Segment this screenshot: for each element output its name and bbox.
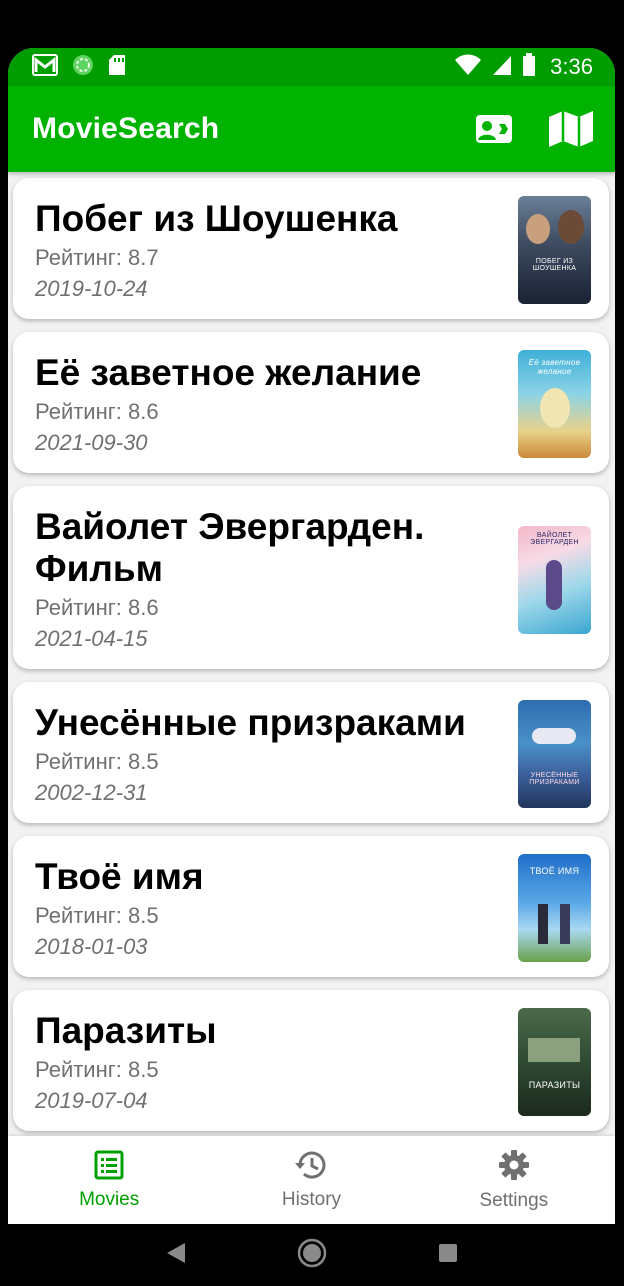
status-bar: 3:36 [8, 48, 615, 86]
contact-card-icon[interactable] [475, 114, 513, 144]
nav-tab-movies[interactable]: Movies [8, 1136, 210, 1224]
movie-card[interactable]: Паразиты Рейтинг: 8.5 2019-07-04 ПАРАЗИТ… [13, 990, 609, 1131]
list-icon [94, 1150, 124, 1185]
movie-rating: Рейтинг: 8.6 [35, 399, 159, 424]
movie-rating: Рейтинг: 8.7 [35, 245, 159, 270]
movie-list[interactable]: Побег из Шоушенка Рейтинг: 8.7 2019-10-2… [8, 172, 615, 1136]
poster-caption: Её заветное желание [528, 358, 581, 376]
phone-screen: 3:36 MovieSearch Побег из Шоушенка Рейти… [8, 48, 615, 1224]
nav-label: Settings [479, 1189, 549, 1211]
signal-icon [492, 54, 512, 81]
movie-date: 2002-12-31 [35, 780, 148, 805]
movie-date: 2019-10-24 [35, 276, 148, 301]
recents-icon[interactable] [437, 1242, 459, 1269]
map-icon[interactable] [547, 109, 595, 149]
movie-poster: ПАРАЗИТЫ [518, 1008, 591, 1116]
movie-card[interactable]: Унесённые призраками Рейтинг: 8.5 2002-1… [13, 682, 609, 823]
sd-card-icon [108, 54, 126, 81]
app-title: MovieSearch [32, 112, 220, 145]
history-icon [294, 1150, 328, 1185]
movie-rating: Рейтинг: 8.5 [35, 1057, 159, 1082]
movie-card[interactable]: Твоё имя Рейтинг: 8.5 2018-01-03 ТВОЁ ИМ… [13, 836, 609, 977]
movie-title: Вайолет Эвергарден. Фильм [35, 506, 425, 589]
movie-card[interactable]: Побег из Шоушенка Рейтинг: 8.7 2019-10-2… [13, 178, 609, 319]
poster-caption: УНЕСЁННЫЕ ПРИЗРАКАМИ [529, 772, 580, 786]
nav-label: History [281, 1188, 342, 1210]
movie-rating: Рейтинг: 8.5 [35, 749, 159, 774]
movie-poster: УНЕСЁННЫЕ ПРИЗРАКАМИ [518, 700, 591, 808]
movie-poster: ТВОЁ ИМЯ [518, 854, 591, 962]
gear-icon [498, 1149, 530, 1186]
status-time: 3:36 [550, 54, 593, 79]
nav-tab-settings[interactable]: Settings [413, 1136, 615, 1224]
movie-date: 2021-04-15 [35, 626, 148, 651]
movie-date: 2021-09-30 [35, 430, 148, 455]
movie-poster: Её заветное желание [518, 350, 591, 458]
app-bar: MovieSearch [8, 86, 615, 172]
nav-tab-history[interactable]: History [210, 1136, 412, 1224]
wifi-icon [454, 53, 482, 81]
poster-caption: ПАРАЗИТЫ [528, 1080, 581, 1090]
movie-title: Твоё имя [35, 856, 204, 897]
movie-rating: Рейтинг: 8.6 [35, 595, 159, 620]
poster-caption: ТВОЁ ИМЯ [529, 866, 580, 876]
home-icon[interactable] [297, 1238, 327, 1273]
movie-title: Паразиты [35, 1010, 217, 1051]
back-icon[interactable] [165, 1241, 187, 1270]
movie-poster: ПОБЕГ ИЗ ШОУШЕНКА [518, 196, 591, 304]
poster-caption: ВАЙОЛЕТ ЭВЕРГАРДЕН [530, 532, 579, 546]
sync-icon [72, 54, 94, 81]
movie-card[interactable]: Вайолет Эвергарден. Фильм Рейтинг: 8.6 2… [13, 486, 609, 669]
movie-card[interactable]: Её заветное желание Рейтинг: 8.6 2021-09… [13, 332, 609, 473]
movie-title: Её заветное желание [35, 352, 422, 393]
movie-date: 2019-07-04 [35, 1088, 148, 1113]
gmail-icon [32, 53, 58, 81]
battery-icon [522, 52, 536, 82]
movie-title: Унесённые призраками [35, 702, 466, 743]
movie-poster: ВАЙОЛЕТ ЭВЕРГАРДЕН [518, 526, 591, 634]
movie-title: Побег из Шоушенка [35, 198, 398, 239]
nav-label: Movies [79, 1188, 140, 1210]
bottom-navigation: Movies History Settings [8, 1136, 615, 1224]
movie-rating: Рейтинг: 8.5 [35, 903, 159, 928]
movie-date: 2018-01-03 [35, 934, 148, 959]
system-navigation-bar [0, 1224, 624, 1286]
poster-caption: ПОБЕГ ИЗ ШОУШЕНКА [532, 258, 577, 272]
